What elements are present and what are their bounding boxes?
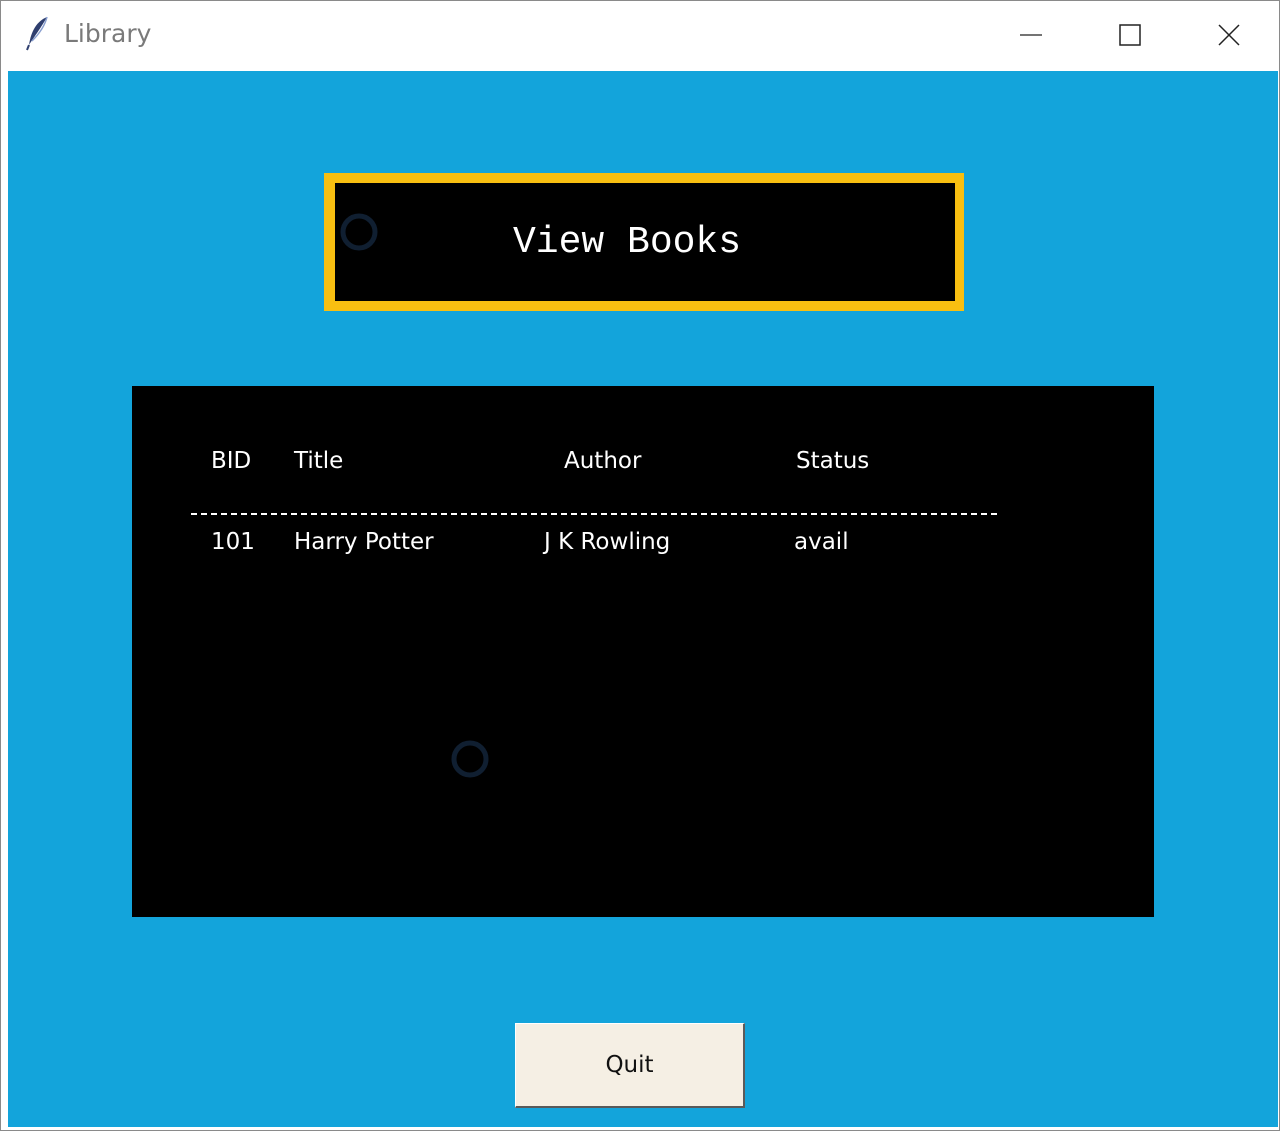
minimize-icon xyxy=(1020,34,1042,36)
quit-button[interactable]: Quit xyxy=(515,1023,745,1108)
main-canvas: View Books BID Title Author Status 101 H… xyxy=(8,71,1278,1127)
page-heading: View Books xyxy=(513,221,742,264)
watermark-logo xyxy=(451,740,489,778)
column-header-bid: BID xyxy=(211,448,252,474)
heading-frame: View Books xyxy=(324,173,964,311)
column-header-author: Author xyxy=(564,448,642,474)
minimize-button[interactable] xyxy=(981,1,1081,69)
title-bar[interactable]: Library xyxy=(1,1,1279,71)
table-divider xyxy=(191,513,997,515)
heading-panel: View Books xyxy=(335,183,955,301)
feather-icon xyxy=(26,16,48,51)
cell-author: J K Rowling xyxy=(544,529,671,555)
column-header-status: Status xyxy=(796,448,870,474)
maximize-button[interactable] xyxy=(1080,1,1180,69)
close-button[interactable] xyxy=(1179,1,1279,69)
cell-bid: 101 xyxy=(211,529,255,555)
column-header-title: Title xyxy=(294,448,344,474)
maximize-icon xyxy=(1119,24,1141,46)
cell-title: Harry Potter xyxy=(294,529,434,555)
watermark-logo xyxy=(340,213,378,251)
books-list-panel: BID Title Author Status 101 Harry Potter… xyxy=(132,386,1154,917)
close-icon xyxy=(1218,24,1240,46)
window-title: Library xyxy=(64,19,152,48)
cell-status: avail xyxy=(794,529,849,555)
app-window: Library View Books BID Title Author Stat… xyxy=(0,0,1280,1131)
